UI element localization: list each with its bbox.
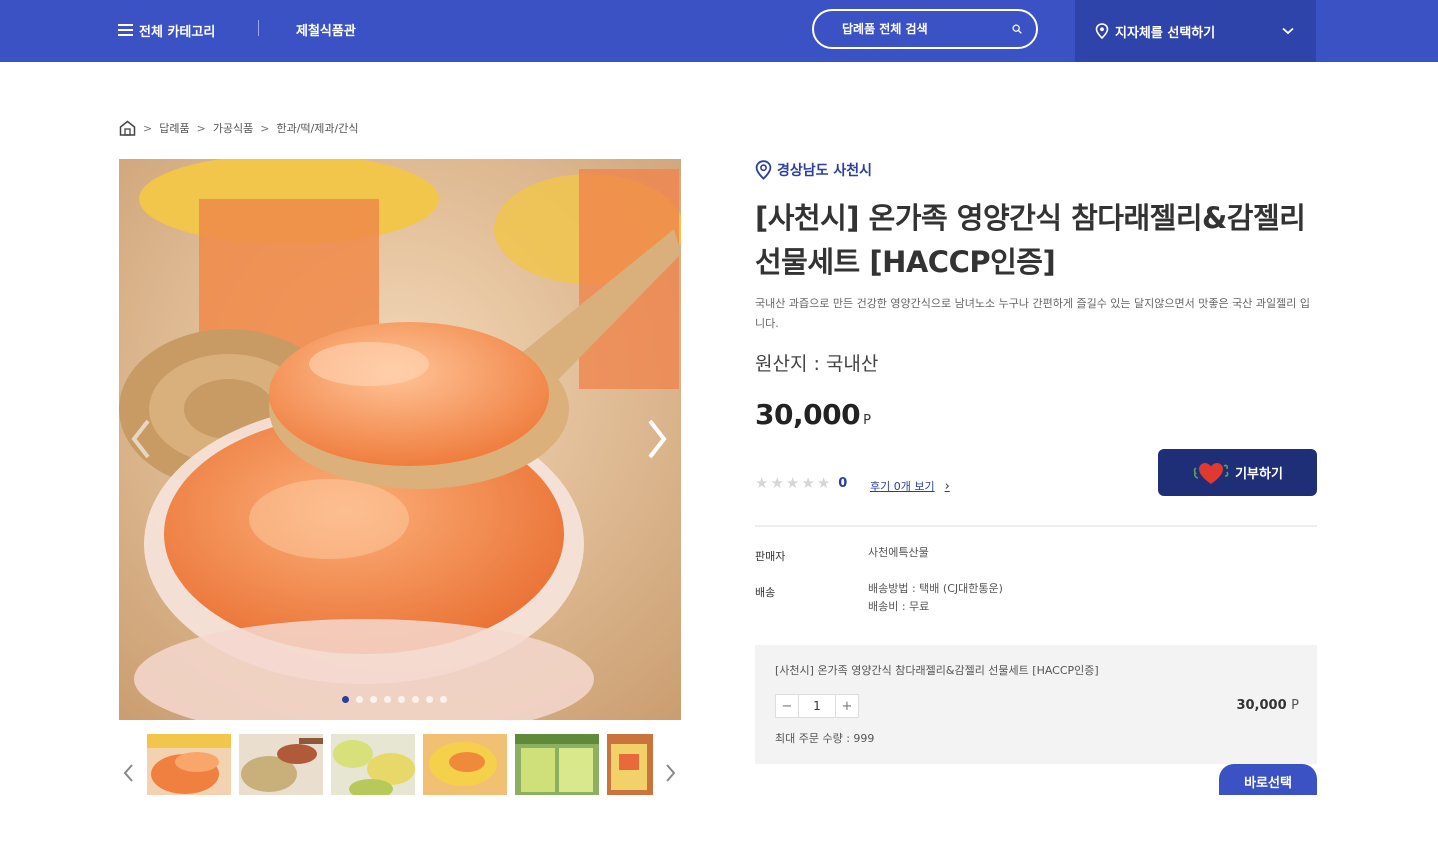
order-price-unit: P xyxy=(1291,698,1299,713)
thumbnail-strip xyxy=(147,734,653,795)
slide-indicator-dots xyxy=(342,696,447,703)
previous-image-arrow-icon[interactable] xyxy=(126,415,156,463)
location-pin-icon xyxy=(755,160,772,180)
view-reviews-link[interactable]: 후기 0개 보기 › xyxy=(870,478,950,494)
breadcrumb-separator: > xyxy=(196,121,206,135)
chevron-down-icon xyxy=(1282,27,1294,35)
search-bar xyxy=(812,9,1038,49)
all-categories-label: 전체 카테고리 xyxy=(139,24,216,40)
product-price: 30,000 P xyxy=(755,398,871,431)
delivery-label: 배송 xyxy=(755,586,776,599)
product-thumbnail[interactable] xyxy=(423,734,507,795)
quantity-input[interactable] xyxy=(799,694,835,718)
slide-dot[interactable] xyxy=(440,696,447,703)
seller-label: 판매자 xyxy=(755,550,786,563)
product-thumbnail[interactable] xyxy=(147,734,231,795)
next-image-arrow-icon[interactable] xyxy=(642,415,672,463)
product-thumbnail[interactable] xyxy=(239,734,323,795)
star-rating: ★ ★ ★ ★ ★ 0 xyxy=(755,474,847,492)
order-item-name: [사천시] 온가족 영양간식 참다래젤리&감젤리 선물세트 [HACCP인증] xyxy=(775,664,1099,677)
order-price-value: 30,000 xyxy=(1236,698,1287,713)
slide-dot[interactable] xyxy=(384,696,391,703)
quantity-stepper: − + xyxy=(775,694,859,718)
product-title: [사천시] 온가족 영양간식 참다래젤리&감젤리 선물세트 [HACCP인증] xyxy=(755,201,1306,279)
donate-button[interactable]: 기부하기 xyxy=(1158,449,1317,496)
breadcrumb-item[interactable]: 답례품 xyxy=(159,120,189,136)
slide-dot[interactable] xyxy=(398,696,405,703)
product-origin: 원산지 : 국내산 xyxy=(755,353,879,375)
product-region-label: 경상남도 사천시 xyxy=(777,163,873,179)
rating-count: 0 xyxy=(838,475,848,491)
all-categories-button[interactable]: 전체 카테고리 xyxy=(118,19,215,41)
seller-value: 사천에특산물 xyxy=(868,546,929,559)
breadcrumb-separator: > xyxy=(260,121,270,135)
product-thumbnail[interactable] xyxy=(331,734,415,795)
product-thumbnail[interactable] xyxy=(515,734,599,795)
buy-now-button[interactable]: 바로선택 xyxy=(1219,764,1317,795)
heart-icon xyxy=(1193,462,1229,484)
nav-divider xyxy=(258,20,259,36)
max-order-quantity: 최대 주문 수량 : 999 xyxy=(775,732,875,745)
region-select-dropdown[interactable]: 지자체를 선택하기 xyxy=(1075,0,1316,62)
thumbnail-prev-icon[interactable] xyxy=(121,762,137,784)
breadcrumb: > 답례품 > 가공식품 > 한과/떡/제과/간식 xyxy=(119,119,358,137)
top-navigation-bar: 전체 카테고리 제철식품관 지자체를 선택하기 xyxy=(0,0,1438,62)
delivery-fee: 배송비 : 무료 xyxy=(868,600,930,613)
slide-dot[interactable] xyxy=(426,696,433,703)
donate-button-label: 기부하기 xyxy=(1235,467,1283,482)
order-item-price: 30,000 P xyxy=(1236,698,1299,713)
price-unit: P xyxy=(863,413,871,428)
product-description: 국내산 과즙으로 만든 건강한 영양간식으로 남녀노소 누구나 간편하게 즐길수… xyxy=(755,297,1310,330)
section-divider xyxy=(755,525,1317,527)
star-icon: ★ xyxy=(755,474,769,492)
star-icon: ★ xyxy=(816,474,831,492)
breadcrumb-separator: > xyxy=(143,121,153,135)
breadcrumb-item[interactable]: 한과/떡/제과/간식 xyxy=(277,120,359,136)
slide-dot[interactable] xyxy=(412,696,419,703)
price-value: 30,000 xyxy=(755,398,861,431)
star-icon: ★ xyxy=(770,474,784,492)
home-icon[interactable] xyxy=(119,120,136,136)
star-icon: ★ xyxy=(801,474,815,492)
breadcrumb-item[interactable]: 가공식품 xyxy=(213,120,253,136)
chevron-right-icon: › xyxy=(944,478,950,494)
search-icon[interactable] xyxy=(1012,20,1022,38)
view-reviews-label: 후기 0개 보기 xyxy=(870,480,935,493)
region-select-label: 지자체를 선택하기 xyxy=(1115,25,1216,41)
thumbnail-next-icon[interactable] xyxy=(662,762,678,784)
product-main-image xyxy=(119,159,681,720)
search-input[interactable] xyxy=(842,22,1012,36)
star-icon: ★ xyxy=(785,474,800,492)
product-thumbnail[interactable] xyxy=(607,734,653,795)
order-summary-box: [사천시] 온가족 영양간식 참다래젤리&감젤리 선물세트 [HACCP인증] … xyxy=(755,645,1317,764)
slide-dot[interactable] xyxy=(356,696,363,703)
hamburger-menu-icon xyxy=(118,24,133,36)
quantity-increase-button[interactable]: + xyxy=(835,694,859,718)
slide-dot[interactable] xyxy=(370,696,377,703)
product-region-tag: 경상남도 사천시 xyxy=(755,160,872,180)
location-pin-icon xyxy=(1095,23,1109,39)
quantity-decrease-button[interactable]: − xyxy=(775,694,799,718)
delivery-method: 배송방법 : 택배 (CJ대한통운) xyxy=(868,582,1003,595)
seasonal-food-link[interactable]: 제철식품관 xyxy=(296,20,356,39)
slide-dot[interactable] xyxy=(342,696,349,703)
